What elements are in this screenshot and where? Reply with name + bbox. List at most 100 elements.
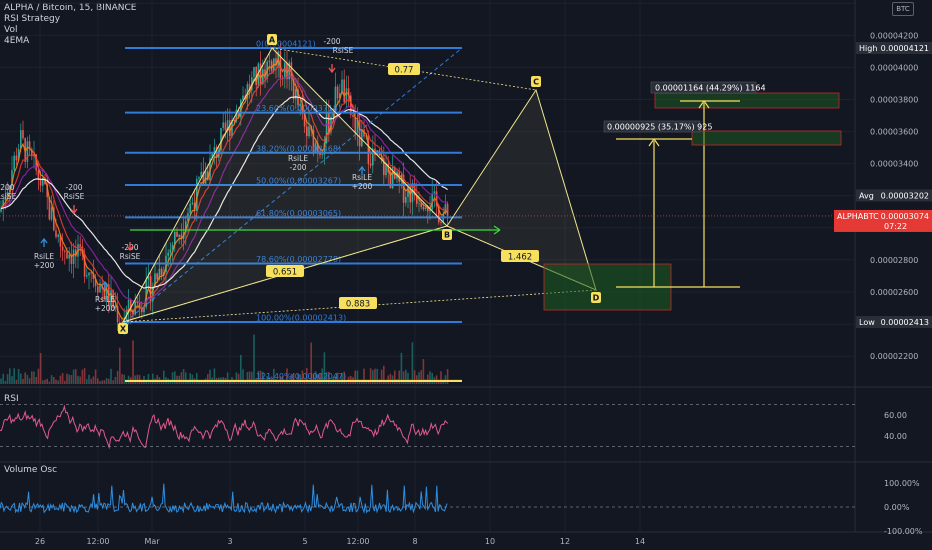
time-axis[interactable]: 26 12:00 Mar 3 5 12:00 8 10 12 14 (35, 537, 645, 546)
fib-level-label: 0(0.00004121) (256, 40, 316, 49)
volume-bar (94, 369, 97, 384)
volume-bar (114, 377, 117, 384)
grid (0, 0, 932, 533)
volume-bar (202, 381, 205, 384)
time-tick: 12 (560, 537, 570, 546)
candle-body (253, 66, 255, 78)
candle-body (72, 249, 75, 264)
fib-level-label: 100.00%(0.00002413) (256, 314, 346, 323)
time-tick: 12:00 (346, 537, 369, 546)
volume-bar (431, 372, 433, 384)
volume-bar (136, 374, 139, 384)
volume-bar (152, 373, 154, 384)
candle-body (343, 79, 345, 103)
price-tick: 0.00003600 (870, 128, 918, 137)
volume-bar (116, 370, 119, 384)
candle-body (66, 251, 68, 259)
volume-bar (185, 372, 187, 384)
volume-bar (119, 347, 121, 384)
candle-body (61, 246, 64, 251)
candle-body (39, 179, 42, 186)
volume-bar (44, 379, 46, 384)
candle-body (88, 272, 90, 276)
time-tick: 8 (412, 537, 417, 546)
ratio-label: 0.883 (346, 300, 370, 310)
volume-bar (13, 368, 15, 384)
candle-body (55, 230, 57, 237)
osc-tick: 0.00% (884, 503, 910, 512)
chart-canvas[interactable]: 0(0.00004121)23.60%(0.00003718)38.20%(0.… (0, 0, 932, 550)
volume-bar (24, 372, 26, 384)
volume-bar (77, 375, 79, 384)
candle-body (354, 116, 356, 134)
avg-tag-label: Avg (859, 191, 874, 200)
volume-bar (358, 381, 361, 384)
volume-bar (427, 374, 429, 384)
volume-bar (418, 372, 420, 384)
signal-label: +200 (95, 304, 116, 313)
target-label-upper: 0.00001164 (44.29%) 1164 (655, 84, 766, 93)
volume-bar (207, 374, 209, 384)
volume-bar (64, 380, 66, 384)
volume-bar (196, 373, 198, 384)
signal-label: -200 (65, 183, 82, 192)
volume-bar (264, 381, 266, 384)
signal-label: +200 (352, 182, 373, 191)
volume-bar (6, 374, 9, 384)
candle-body (37, 170, 40, 180)
volume-bar (48, 381, 51, 384)
volume-bar (86, 379, 88, 384)
volume-bar (171, 372, 174, 384)
time-tick: 26 (35, 537, 45, 546)
signal-label: RsiLE (95, 295, 115, 304)
pattern-point-label: A (269, 36, 276, 45)
signal-label: RsiLE (288, 154, 308, 163)
candle-body (64, 250, 66, 252)
high-tag-value: 0.00004121 (881, 44, 929, 53)
volume-bar (198, 381, 200, 384)
price-tick: 0.00002600 (870, 288, 918, 297)
pattern-point-label: X (120, 325, 127, 334)
volume-bar (440, 371, 442, 384)
volume-bar (55, 379, 57, 384)
volume-bar (435, 375, 438, 384)
volume-bar (356, 370, 359, 384)
volume-bar (402, 371, 405, 384)
volume-bar (141, 381, 143, 384)
volume-bar (26, 375, 29, 384)
volume-bar (411, 342, 414, 384)
candle-body (26, 141, 29, 162)
time-tick: 12:00 (86, 537, 109, 546)
volume-bar (53, 377, 55, 384)
volume-bar (237, 373, 240, 384)
volume-bar (400, 352, 403, 384)
time-tick: 5 (302, 537, 307, 546)
xabcd-pattern[interactable]: X A B C D 0.77 0.651 1.462 0.883 (118, 34, 672, 334)
volume-bars (0, 334, 449, 384)
volume-bar (28, 378, 31, 384)
volume-bar (103, 380, 106, 384)
osc-tick: 100.00% (884, 479, 920, 488)
volume-bar (191, 374, 194, 384)
price-tick: 0.00002200 (870, 352, 918, 361)
signal-label: +200 (34, 261, 55, 270)
rsi-pane-label: RSI (4, 394, 19, 404)
volume-bar (105, 378, 108, 384)
osc-tick: -100.00% (884, 527, 923, 536)
candle-body (22, 130, 24, 139)
target-box-lower (691, 130, 842, 146)
volume-bar (444, 375, 447, 384)
volume-bar (79, 376, 81, 384)
volume-bar (246, 372, 249, 384)
volume-bar (22, 378, 24, 384)
rsi-line (0, 404, 449, 450)
volume-bar (248, 371, 251, 384)
signal-label: RsiSE (0, 192, 17, 201)
candle-body (68, 254, 70, 259)
volume-bar (200, 381, 202, 384)
ratio-label: 0.77 (395, 66, 414, 76)
long-signal-arrow (40, 237, 48, 247)
volume-bar (57, 380, 59, 384)
volume-bar (92, 376, 95, 384)
time-tick: Mar (144, 537, 160, 546)
